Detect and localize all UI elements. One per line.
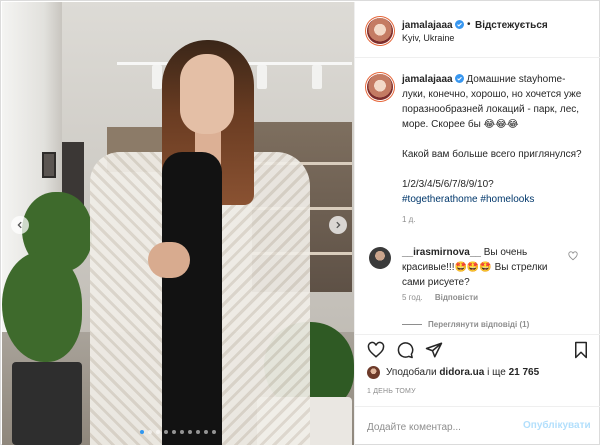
previous-slide-button[interactable] bbox=[11, 216, 29, 234]
photo-face bbox=[180, 54, 234, 134]
hashtag-togetherathome[interactable]: #togetherathome bbox=[402, 194, 478, 205]
bookmark-icon[interactable] bbox=[572, 341, 590, 359]
liker-username[interactable]: didora.ua bbox=[439, 367, 484, 378]
carousel-dot bbox=[172, 430, 176, 434]
carousel-dot bbox=[164, 430, 168, 434]
view-replies-label[interactable]: Переглянути відповіді (1) bbox=[428, 320, 529, 329]
photo-dress bbox=[162, 152, 222, 445]
next-slide-button[interactable] bbox=[329, 216, 347, 234]
post-date[interactable]: 1 ДЕНЬ ТОМУ bbox=[367, 388, 416, 395]
post-actions bbox=[355, 334, 600, 360]
likes-count[interactable]: 21 765 bbox=[509, 367, 540, 378]
comment-like-icon[interactable] bbox=[568, 251, 578, 261]
post-header: jamalajaaa • Відстежується Kyiv, Ukraine bbox=[355, 2, 600, 58]
following-button[interactable]: Відстежується bbox=[475, 20, 548, 31]
carousel-dot bbox=[156, 430, 160, 434]
author-avatar[interactable] bbox=[367, 18, 393, 44]
carousel-dot bbox=[148, 430, 152, 434]
photo-spotlight bbox=[257, 65, 267, 89]
photo-spotlight bbox=[312, 65, 322, 89]
carousel-dot bbox=[204, 430, 208, 434]
comment-input[interactable] bbox=[367, 419, 517, 435]
view-replies-button[interactable]: Переглянути відповіді (1) bbox=[402, 320, 529, 329]
author-username[interactable]: jamalajaaa bbox=[402, 20, 464, 31]
chevron-left-icon bbox=[17, 221, 22, 229]
post-side-panel: jamalajaaa • Відстежується Kyiv, Ukraine… bbox=[354, 2, 600, 445]
carousel-dot bbox=[180, 430, 184, 434]
comment-timestamp[interactable]: 5 год. bbox=[402, 293, 423, 302]
carousel-dot bbox=[140, 430, 144, 434]
caption-author-text[interactable]: jamalajaaa bbox=[402, 74, 453, 85]
photo-wall-frame bbox=[42, 152, 56, 178]
caption-text-3: 1/2/3/4/5/6/7/8/9/10? bbox=[402, 179, 494, 190]
publish-button[interactable]: Опублікувати bbox=[523, 420, 591, 431]
post-caption: jamalajaaa Домашние stayhome-луки, конеч… bbox=[402, 72, 587, 207]
likes-middle: і ще bbox=[487, 367, 506, 378]
reply-button[interactable]: Відповісти bbox=[435, 293, 478, 302]
caption-timestamp[interactable]: 1 д. bbox=[402, 215, 416, 224]
author-username-text[interactable]: jamalajaaa bbox=[402, 20, 453, 31]
photo-spotlight bbox=[152, 65, 162, 89]
commenter-username[interactable]: __irasmirnova__ bbox=[402, 247, 481, 258]
carousel-dot bbox=[188, 430, 192, 434]
share-icon[interactable] bbox=[425, 341, 443, 359]
post-photo[interactable] bbox=[2, 2, 354, 445]
carousel-dot bbox=[212, 430, 216, 434]
carousel-indicator bbox=[2, 430, 354, 434]
caption-author[interactable]: jamalajaaa bbox=[402, 74, 464, 85]
caption-author-avatar[interactable] bbox=[367, 74, 393, 100]
carousel-dot bbox=[196, 430, 200, 434]
post-modal: jamalajaaa • Відстежується Kyiv, Ukraine… bbox=[0, 0, 600, 445]
verified-badge-icon bbox=[454, 74, 464, 83]
caption-text-2: Какой вам больше всего приглянулся? bbox=[402, 149, 582, 160]
photo-plant bbox=[2, 252, 82, 362]
likes-summary: Уподобали didora.ua і ще 21 765 bbox=[367, 366, 539, 379]
heart-icon[interactable] bbox=[367, 341, 385, 359]
add-comment-bar: Опублікувати bbox=[355, 406, 600, 445]
comments-list[interactable]: jamalajaaa Домашние stayhome-луки, конеч… bbox=[355, 58, 600, 334]
comment-body: __irasmirnova__ Вы очень красивые!!!🤩🤩🤩 … bbox=[402, 245, 562, 290]
comment-meta: 5 год. Відповісти bbox=[402, 293, 478, 302]
header-separator: • bbox=[467, 19, 471, 30]
hashtag-homelooks[interactable]: #homelooks bbox=[480, 194, 534, 205]
commenter-avatar[interactable] bbox=[369, 247, 391, 269]
post-location[interactable]: Kyiv, Ukraine bbox=[402, 33, 454, 43]
view-replies-line bbox=[402, 324, 422, 325]
likes-prefix: Уподобали bbox=[386, 367, 437, 378]
comment-icon[interactable] bbox=[396, 341, 414, 359]
chevron-right-icon bbox=[336, 221, 341, 229]
verified-badge-icon bbox=[454, 20, 464, 29]
photo-hand bbox=[148, 242, 190, 278]
liker-avatar[interactable] bbox=[367, 366, 380, 379]
